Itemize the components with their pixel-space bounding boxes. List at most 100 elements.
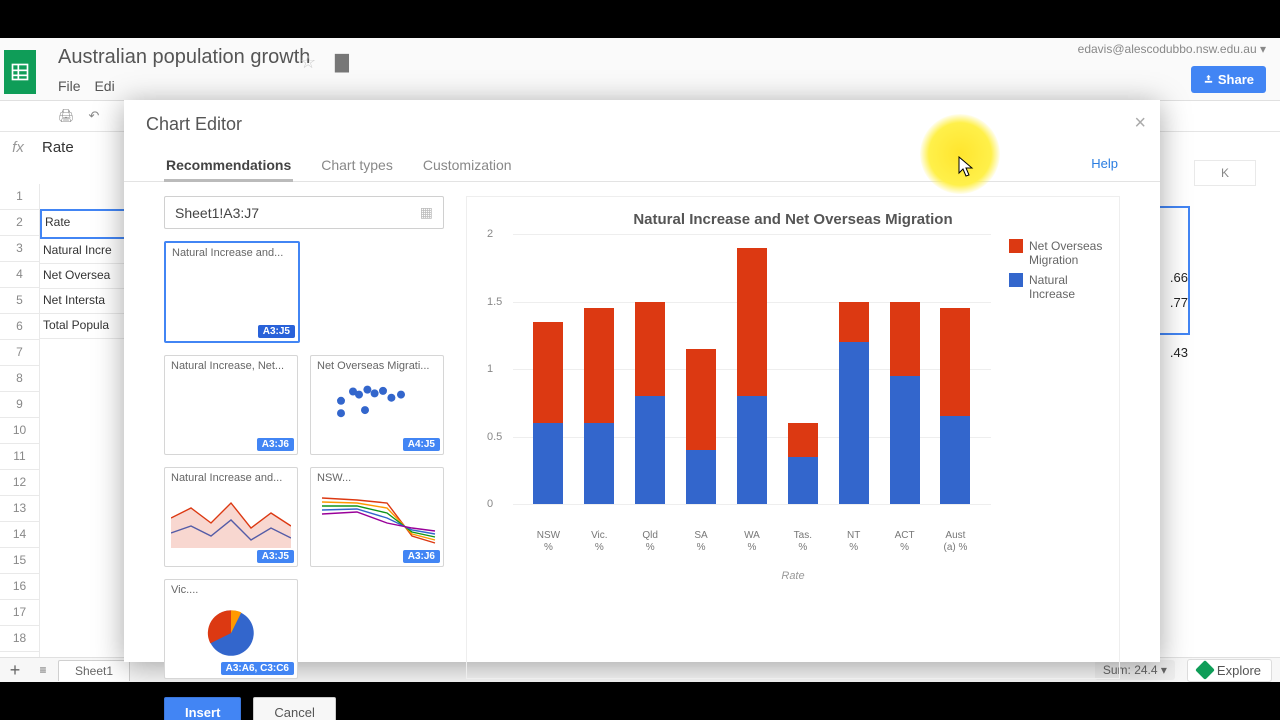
legend-swatch [1009, 239, 1023, 253]
sheet-tab[interactable]: Sheet1 [58, 660, 130, 681]
print-icon[interactable]: 🖨 [58, 108, 75, 124]
chart-plot-area: 00.511.52 NSW%Vic.%Qld%SA%WA%Tas.%NT%ACT… [513, 234, 991, 534]
y-tick-label: 2 [487, 228, 493, 240]
row-header[interactable]: 1 [0, 184, 40, 210]
menu-file[interactable]: File [58, 78, 81, 94]
row-header[interactable]: 14 [0, 522, 40, 548]
help-link[interactable]: Help [1091, 156, 1118, 171]
cell[interactable]: Net Intersta [40, 289, 126, 314]
bar [635, 234, 665, 504]
tab-chart-types[interactable]: Chart types [319, 151, 395, 181]
add-sheet-button[interactable]: + [0, 660, 30, 681]
all-sheets-icon[interactable]: ≡ [30, 663, 56, 677]
account-email[interactable]: edavis@alescodubbo.nsw.edu.au ▾ [1078, 42, 1266, 56]
bar [788, 234, 818, 504]
bar [533, 234, 563, 504]
chart-recommendation[interactable]: Net Overseas Migrati... A4:J5 [310, 355, 444, 455]
row-header[interactable]: 8 [0, 366, 40, 392]
row-header[interactable]: 2 [0, 210, 40, 236]
explore-button[interactable]: Explore [1187, 659, 1272, 682]
chart-legend: Net Overseas Migration Natural Increase [1009, 239, 1109, 307]
legend-item: Net Overseas Migration [1009, 239, 1109, 267]
bar [584, 234, 614, 504]
share-button[interactable]: Share [1191, 66, 1266, 93]
chart-recommendation[interactable]: Natural Increase and...A3:J5 [164, 241, 300, 343]
menu-bar: File Edi [58, 78, 125, 94]
row-header[interactable]: 3 [0, 236, 40, 262]
row-header[interactable]: 5 [0, 288, 40, 314]
rec-title: Vic.... [165, 580, 297, 596]
rec-range-badge: A4:J5 [403, 438, 440, 451]
chart-recommendation[interactable]: Natural Increase, Net... A3:J6 [164, 355, 298, 455]
y-tick-label: 1 [487, 363, 493, 375]
fx-label: fx [0, 139, 36, 156]
sheets-logo-icon[interactable] [4, 50, 36, 94]
x-tick-label: NT% [837, 530, 871, 554]
row-header[interactable]: 7 [0, 340, 40, 366]
row-header[interactable]: 9 [0, 392, 40, 418]
y-tick-label: 0.5 [487, 431, 502, 443]
undo-icon[interactable]: ↶ [89, 108, 100, 124]
y-tick-label: 0 [487, 498, 493, 510]
cell[interactable]: Total Popula [40, 314, 126, 339]
row-header[interactable]: 18 [0, 626, 40, 652]
chart-recommendation[interactable]: Natural Increase and... A3:J5 [164, 467, 298, 567]
recommendations-panel: Sheet1!A3:J7 ▦ Natural Increase and... A3… [164, 196, 444, 679]
cell[interactable]: Natural Incre [40, 239, 126, 264]
column-header-k[interactable]: K [1194, 160, 1256, 186]
dialog-title: Chart Editor [124, 100, 1160, 139]
app-header: Australian population growth ☆ ▇ File Ed… [0, 38, 1280, 101]
bar [686, 234, 716, 504]
cell[interactable]: Rate [40, 209, 126, 239]
document-title[interactable]: Australian population growth [58, 46, 310, 69]
x-axis-label: Rate [485, 570, 1101, 582]
y-tick-label: 1.5 [487, 296, 502, 308]
bar [890, 234, 920, 504]
row-header[interactable]: 16 [0, 574, 40, 600]
row-header[interactable]: 4 [0, 262, 40, 288]
formula-value[interactable]: Rate [36, 139, 74, 156]
x-tick-label: Vic.% [582, 530, 616, 554]
row-header[interactable]: 11 [0, 444, 40, 470]
row-header[interactable]: 10 [0, 418, 40, 444]
cancel-button[interactable]: Cancel [253, 697, 335, 720]
chart-recommendation[interactable]: Vic....A3:A6, C3:C6 [164, 579, 298, 679]
chart-title: Natural Increase and Net Overseas Migrat… [485, 211, 1101, 228]
x-tick-label: Aust(a) % [938, 530, 972, 554]
bar [839, 234, 869, 504]
google-sheets-app: Australian population growth ☆ ▇ File Ed… [0, 38, 1280, 682]
rec-title: Natural Increase, Net... [165, 356, 297, 372]
menu-edit[interactable]: Edi [94, 78, 114, 94]
close-icon[interactable]: × [1134, 112, 1146, 135]
rec-title: Natural Increase and... [165, 468, 297, 484]
insert-button[interactable]: Insert [164, 697, 241, 720]
dialog-actions: Insert Cancel [124, 691, 1160, 720]
rec-title: Net Overseas Migrati... [311, 356, 443, 372]
range-value: Sheet1!A3:J7 [175, 205, 259, 221]
legend-item: Natural Increase [1009, 273, 1109, 301]
row-header[interactable]: 15 [0, 548, 40, 574]
folder-icon[interactable]: ▇ [335, 52, 349, 73]
row-header[interactable]: 13 [0, 496, 40, 522]
row-header[interactable]: 17 [0, 600, 40, 626]
explore-icon [1195, 660, 1215, 680]
cell[interactable]: Net Oversea [40, 264, 126, 289]
tab-customization[interactable]: Customization [421, 151, 514, 181]
x-tick-label: ACT% [888, 530, 922, 554]
row-header[interactable]: 6 [0, 314, 40, 340]
tab-recommendations[interactable]: Recommendations [164, 151, 293, 182]
x-tick-label: SA% [684, 530, 718, 554]
x-tick-label: NSW% [531, 530, 565, 554]
rec-title: NSW... [311, 468, 443, 484]
rec-range-badge: A3:J5 [257, 550, 294, 563]
legend-swatch [1009, 273, 1023, 287]
chart-recommendation[interactable]: NSW...A3:J6 [310, 467, 444, 567]
rec-range-badge: A3:J6 [257, 438, 294, 451]
x-tick-label: Tas.% [786, 530, 820, 554]
star-icon[interactable]: ☆ [300, 52, 316, 73]
grid-select-icon[interactable]: ▦ [420, 204, 433, 221]
x-tick-label: Qld% [633, 530, 667, 554]
data-range-input[interactable]: Sheet1!A3:J7 ▦ [164, 196, 444, 229]
row-a-labels: RateNatural IncreNet OverseaNet Intersta… [40, 209, 126, 339]
row-header[interactable]: 12 [0, 470, 40, 496]
